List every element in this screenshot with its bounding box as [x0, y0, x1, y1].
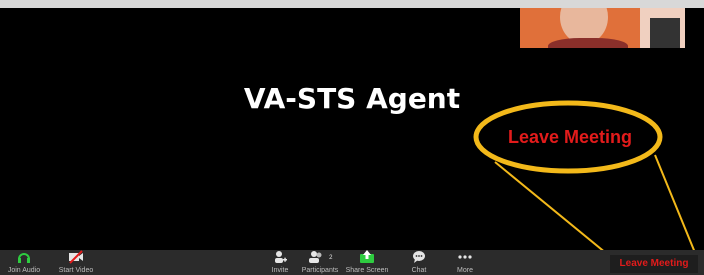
video-off-icon [54, 250, 98, 266]
chat-button[interactable]: Chat [400, 250, 438, 275]
invite-icon [262, 250, 298, 266]
meeting-toolbar: Join Audio Start Video Invite 2 Particip… [0, 250, 704, 275]
callout-pointer-right [654, 154, 699, 261]
join-audio-button[interactable]: Join Audio [4, 250, 44, 275]
chat-icon [400, 250, 438, 266]
participants-icon: 2 [296, 250, 344, 266]
participants-count: 2 [329, 255, 333, 261]
invite-button[interactable]: Invite [262, 250, 298, 275]
chat-label: Chat [411, 267, 427, 274]
participants-label: Participants [301, 267, 339, 274]
share-screen-button[interactable]: Share Screen [344, 250, 390, 275]
callout-label: Leave Meeting [507, 127, 633, 147]
share-screen-icon [344, 250, 390, 266]
callout-pointer-left [494, 161, 613, 259]
share-screen-label: Share Screen [345, 267, 389, 274]
invite-label: Invite [271, 267, 289, 274]
headphones-icon [4, 250, 44, 266]
join-audio-label: Join Audio [7, 267, 41, 274]
more-label: More [457, 267, 473, 274]
start-video-button[interactable]: Start Video [54, 250, 98, 275]
participants-button[interactable]: 2 Participants [296, 250, 344, 275]
start-video-label: Start Video [58, 267, 94, 274]
more-button[interactable]: More [446, 250, 484, 275]
more-dots-icon [446, 250, 484, 266]
leave-meeting-button[interactable]: Leave Meeting [610, 255, 698, 273]
